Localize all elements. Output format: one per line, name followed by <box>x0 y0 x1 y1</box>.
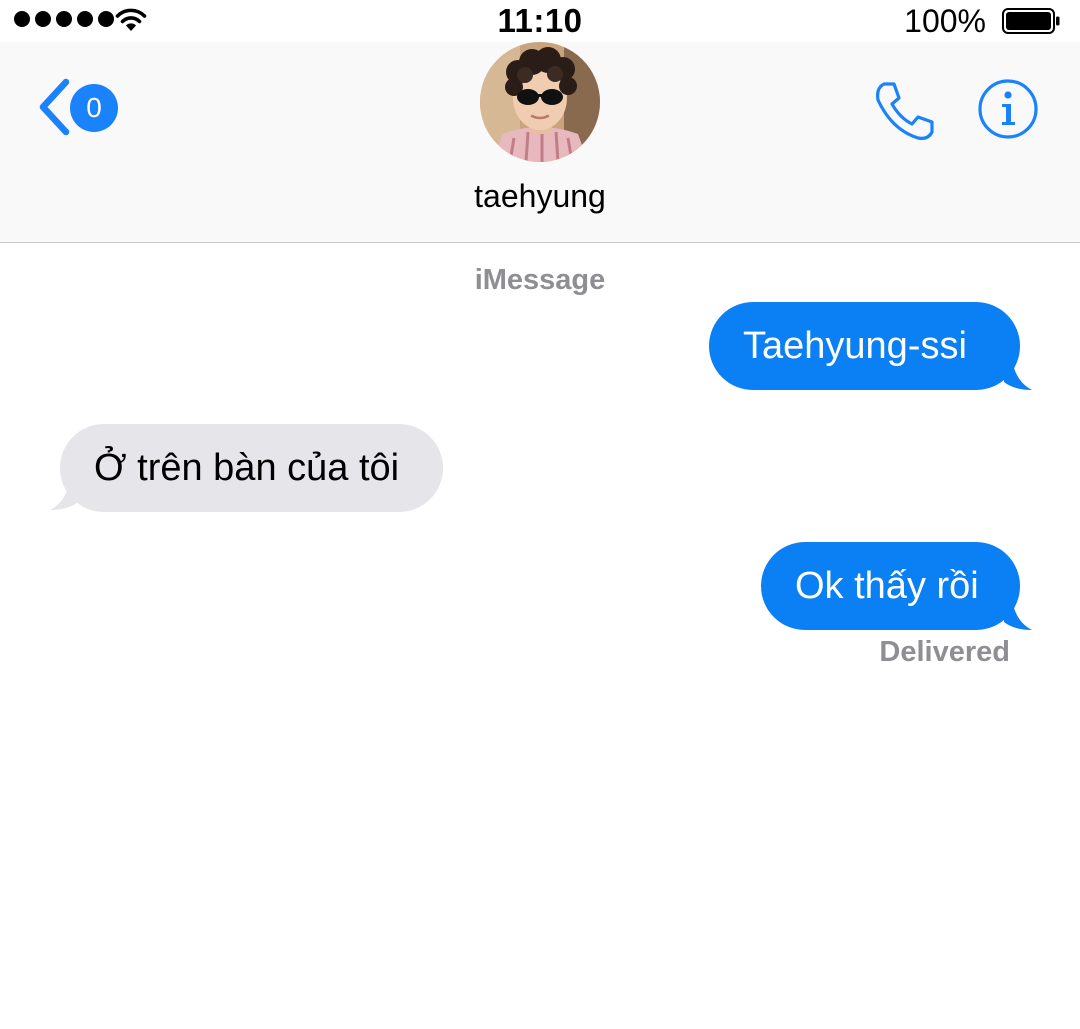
contact-name[interactable]: taehyung <box>0 178 1080 215</box>
message-bubble-outgoing[interactable]: Ok thấy rồi <box>761 542 1020 630</box>
message-bubble-outgoing[interactable]: Taehyung-ssi <box>709 302 1020 390</box>
unread-count-badge: 0 <box>70 84 118 132</box>
phone-icon[interactable] <box>872 78 938 144</box>
messages-screen: 11:10 100% 0 taehyung iMessage Taehyung-… <box>0 0 1080 1029</box>
conversation-header: 0 taehyung <box>0 42 1080 243</box>
back-button[interactable]: 0 <box>36 78 126 138</box>
service-label: iMessage <box>474 264 606 296</box>
message-bubble-incoming[interactable]: Ở trên bàn của tôi <box>60 424 443 512</box>
avatar-photo <box>480 42 600 162</box>
battery-icon <box>1002 8 1060 34</box>
contact-avatar[interactable] <box>480 42 600 162</box>
delivery-status: Delivered <box>879 636 1010 668</box>
info-icon[interactable] <box>977 78 1039 140</box>
status-bar: 11:10 100% <box>0 0 1080 42</box>
battery-percentage: 100% <box>904 3 986 39</box>
chevron-left-icon <box>39 78 70 136</box>
